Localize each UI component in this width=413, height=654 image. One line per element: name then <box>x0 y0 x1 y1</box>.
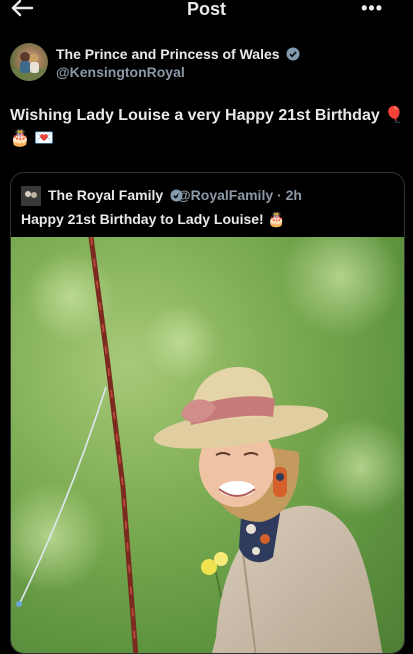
post-text: Wishing Lady Louise a very Happy 21st Bi… <box>10 104 405 150</box>
separator-dot: · <box>277 187 282 203</box>
more-options-button[interactable]: ••• <box>361 0 383 17</box>
author-name[interactable]: The Prince and Princess of Wales <box>56 46 300 62</box>
author-name-text: The Prince and Princess of Wales <box>56 46 280 62</box>
balloon-emoji: 🎈 <box>384 105 405 124</box>
quoted-author-name-text: The Royal Family <box>48 187 164 203</box>
avatar[interactable] <box>10 43 48 81</box>
quoted-author-handle[interactable]: @RoyalFamily <box>177 187 273 203</box>
top-navigation-bar: Post ••• <box>0 0 413 36</box>
post-text-body: Wishing Lady Louise a very Happy 21st Bi… <box>10 107 380 124</box>
post-author[interactable]: The Prince and Princess of Wales @Kensin… <box>10 43 405 83</box>
author-handle[interactable]: @KensingtonRoyal <box>56 64 185 80</box>
quoted-timestamp[interactable]: 2h <box>286 187 302 203</box>
photo-illustration <box>11 237 404 653</box>
quoted-post-text: Happy 21st Birthday to Lady Louise! 🎂 <box>21 211 285 228</box>
birthday-cake-emoji: 🎂 <box>10 128 30 147</box>
quoted-avatar[interactable] <box>21 186 41 206</box>
birthday-cake-emoji: 🎂 <box>267 212 286 228</box>
quoted-author-name[interactable]: The Royal Family <box>48 187 183 203</box>
quoted-author-meta: @RoyalFamily · 2h <box>177 187 302 203</box>
quoted-post[interactable]: The Royal Family @RoyalFamily · 2h Happy… <box>10 172 405 654</box>
post-photo[interactable] <box>11 237 404 653</box>
quoted-text-body: Happy 21st Birthday to Lady Louise! <box>21 211 264 227</box>
more-horizontal-icon: ••• <box>361 0 383 18</box>
page-title: Post <box>186 0 226 19</box>
verified-badge-icon <box>286 47 300 61</box>
love-letter-emoji: 💌 <box>34 128 55 147</box>
